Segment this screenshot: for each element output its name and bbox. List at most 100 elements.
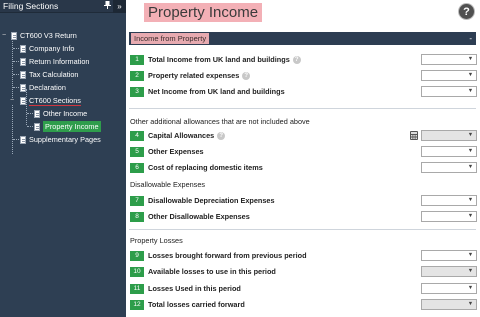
collapse-sidebar-button[interactable]: » xyxy=(113,0,126,13)
field-row-3: 3 Net Income from UK land and buildings … xyxy=(130,86,477,97)
tree-item-label: Other Income xyxy=(43,109,88,118)
field-row-12: 12 Total losses carried forward ▼ xyxy=(130,299,477,310)
value-dropdown[interactable]: ▼ xyxy=(421,54,477,65)
value-dropdown[interactable]: ▼ xyxy=(421,86,477,97)
document-icon xyxy=(20,44,26,53)
tree-item-ct600-v3-return[interactable]: − CT600 V3 Return xyxy=(0,29,126,42)
field-label: Cost of replacing domestic items xyxy=(148,163,263,172)
tree-item-tax-calculation[interactable]: Tax Calculation xyxy=(0,68,126,81)
help-icon[interactable]: ? xyxy=(458,3,475,20)
calculator-icon[interactable] xyxy=(410,131,418,140)
box-number-badge: 7 xyxy=(130,195,144,206)
box-number-badge: 2 xyxy=(130,70,144,81)
subheading-property-losses: Property Losses xyxy=(130,236,183,245)
box-number-badge: 4 xyxy=(130,130,144,141)
chevron-down-icon: ▼ xyxy=(467,148,474,154)
value-dropdown[interactable]: ▼ xyxy=(421,146,477,157)
value-dropdown[interactable]: ▼ xyxy=(421,283,477,294)
box-number-badge: 12 xyxy=(130,299,144,310)
value-dropdown-disabled: ▼ xyxy=(421,266,477,277)
subheading-other-allowances: Other additional allowances that are not… xyxy=(130,117,310,126)
field-label: Total Income from UK land and buildings xyxy=(148,55,290,64)
collapse-icon[interactable]: − xyxy=(1,32,7,39)
document-icon xyxy=(20,70,26,79)
field-label: Disallowable Depreciation Expenses xyxy=(148,196,275,205)
box-number-badge: 3 xyxy=(130,86,144,97)
main-content: Property Income ? Income from Property -… xyxy=(126,0,480,317)
filing-sections-sidebar: Filing Sections » − CT600 V3 Return Comp… xyxy=(0,0,126,317)
chevron-down-icon: ▼ xyxy=(467,56,474,62)
field-label: Losses Used in this period xyxy=(148,284,241,293)
chevron-down-icon: ▼ xyxy=(467,252,474,258)
box-number-badge: 1 xyxy=(130,54,144,65)
tree-item-label: CT600 Sections xyxy=(29,95,81,106)
field-label: Available losses to use in this period xyxy=(148,267,276,276)
pin-icon[interactable] xyxy=(101,1,113,11)
tree-item-label: Return Information xyxy=(29,57,90,66)
field-label: Losses brought forward from previous per… xyxy=(148,251,307,260)
field-label: Net Income from UK land and buildings xyxy=(148,87,285,96)
field-row-5: 5 Other Expenses ▼ xyxy=(130,146,477,157)
chevron-down-icon: ▼ xyxy=(467,132,474,138)
tree-item-return-information[interactable]: Return Information xyxy=(0,55,126,68)
field-row-11: 11 Losses Used in this period ▼ xyxy=(130,283,477,294)
tree-item-label: Declaration xyxy=(29,83,66,92)
chevron-down-icon: ▼ xyxy=(467,72,474,78)
chevron-down-icon: ▼ xyxy=(467,285,474,291)
collapse-icon[interactable]: − xyxy=(9,97,15,104)
value-dropdown[interactable]: ▼ xyxy=(421,195,477,206)
value-dropdown[interactable]: ▼ xyxy=(421,70,477,81)
field-label: Other Disallowable Expenses xyxy=(148,212,250,221)
tree-item-company-info[interactable]: Company Info xyxy=(0,42,126,55)
sidebar-title: Filing Sections xyxy=(3,1,59,11)
section-collapse-toggle[interactable]: - xyxy=(469,34,472,43)
divider xyxy=(129,108,476,109)
tree-item-supplementary-pages[interactable]: Supplementary Pages xyxy=(0,133,126,146)
help-icon[interactable]: ? xyxy=(292,55,301,64)
document-icon xyxy=(20,96,26,105)
document-icon xyxy=(20,57,26,66)
value-dropdown[interactable]: ▼ xyxy=(421,250,477,261)
tree-item-label: CT600 V3 Return xyxy=(20,31,77,40)
field-row-8: 8 Other Disallowable Expenses ▼ xyxy=(130,211,477,222)
tree-item-label: Supplementary Pages xyxy=(29,135,101,144)
value-dropdown[interactable]: ▼ xyxy=(421,211,477,222)
subheading-disallowable-expenses: Disallowable Expenses xyxy=(130,180,206,189)
chevron-down-icon: ▼ xyxy=(467,213,474,219)
box-number-badge: 6 xyxy=(130,162,144,173)
box-number-badge: 11 xyxy=(130,283,144,294)
tree-item-ct600-sections[interactable]: − CT600 Sections xyxy=(0,94,126,107)
value-dropdown-disabled: ▼ xyxy=(421,299,477,310)
tree-item-property-income[interactable]: Property Income xyxy=(0,120,126,133)
tree-item-label: Tax Calculation xyxy=(29,70,79,79)
chevron-down-icon: ▼ xyxy=(467,301,474,307)
document-icon xyxy=(11,31,17,40)
chevron-down-icon: ▼ xyxy=(467,164,474,170)
field-row-7: 7 Disallowable Depreciation Expenses ▼ xyxy=(130,195,477,206)
tree-item-label: Company Info xyxy=(29,44,75,53)
field-row-9: 9 Losses brought forward from previous p… xyxy=(130,250,477,261)
chevron-down-icon: ▼ xyxy=(467,88,474,94)
field-row-6: 6 Cost of replacing domestic items ▼ xyxy=(130,162,477,173)
field-row-1: 1 Total Income from UK land and building… xyxy=(130,54,477,65)
box-number-badge: 9 xyxy=(130,250,144,261)
field-row-4: 4 Capital Allowances ? ▼ xyxy=(130,130,477,141)
tree-item-label-selected: Property Income xyxy=(43,121,101,132)
tree-item-other-income[interactable]: Other Income xyxy=(0,107,126,120)
value-dropdown[interactable]: ▼ xyxy=(421,162,477,173)
help-icon[interactable]: ? xyxy=(217,131,226,140)
section-header-income-from-property[interactable]: Income from Property - xyxy=(129,32,476,45)
section-tree: − CT600 V3 Return Company Info Return In… xyxy=(0,13,126,154)
tree-item-declaration[interactable]: Declaration xyxy=(0,81,126,94)
field-label: Other Expenses xyxy=(148,147,204,156)
document-icon xyxy=(20,135,26,144)
box-number-badge: 10 xyxy=(130,266,144,277)
chevron-down-icon: ▼ xyxy=(467,268,474,274)
box-number-badge: 5 xyxy=(130,146,144,157)
field-label: Total losses carried forward xyxy=(148,300,245,309)
page-title: Property Income xyxy=(144,3,263,22)
value-dropdown-disabled: ▼ xyxy=(421,130,477,141)
field-row-10: 10 Available losses to use in this perio… xyxy=(130,266,477,277)
help-icon[interactable]: ? xyxy=(242,71,251,80)
divider xyxy=(129,229,476,230)
